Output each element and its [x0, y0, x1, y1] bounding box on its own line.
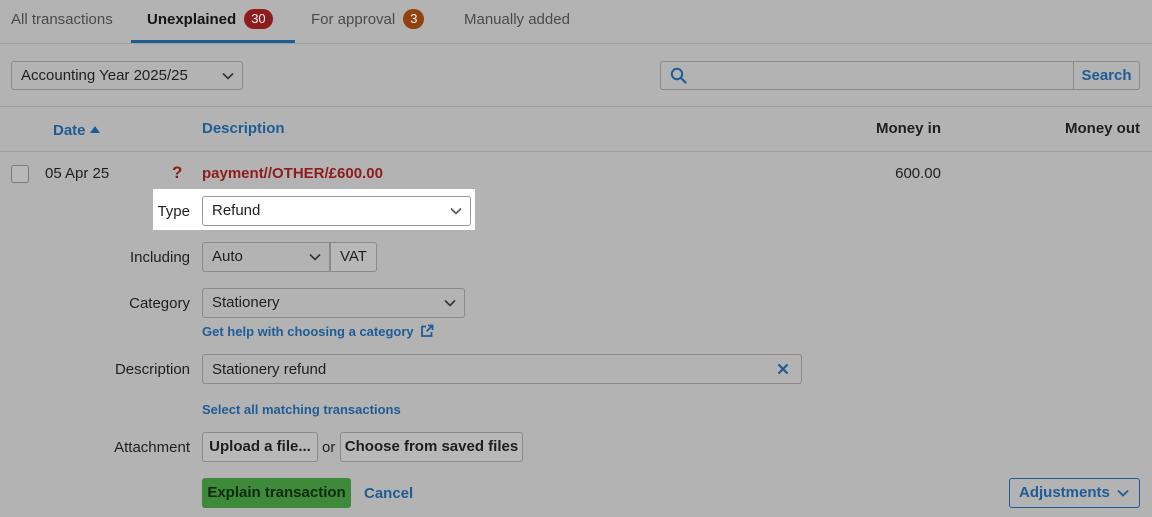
transaction-description: payment//OTHER/£600.00 [202, 165, 383, 182]
upload-file-button[interactable]: Upload a file... [202, 432, 318, 462]
search-icon [670, 67, 687, 88]
select-matching-link[interactable]: Select all matching transactions [202, 402, 401, 417]
including-select-value: Auto [212, 248, 243, 265]
category-select-value: Stationery [212, 294, 280, 311]
column-header-date[interactable]: Date [53, 120, 100, 139]
column-header-money-out: Money out [1065, 120, 1140, 137]
transaction-money-in: 600.00 [895, 165, 941, 182]
vat-addon: VAT [330, 242, 377, 272]
count-badge: 30 [244, 9, 273, 29]
tab-manually-added[interactable]: Manually added [464, 0, 570, 43]
explain-transaction-button[interactable]: Explain transaction [202, 478, 351, 508]
or-text: or [322, 439, 336, 456]
description-value: Stationery refund [212, 361, 327, 378]
attachment-label: Attachment [114, 439, 190, 456]
tab-bar: All transactions Unexplained 30 For appro… [0, 0, 1152, 44]
type-select-value: Refund [212, 202, 261, 219]
active-tab-indicator [131, 40, 295, 43]
chevron-down-icon [444, 299, 456, 307]
type-label: Type [157, 203, 190, 220]
category-help-link[interactable]: Get help with choosing a category [202, 324, 434, 341]
column-header-money-in: Money in [875, 120, 941, 137]
accounting-year-select[interactable]: Accounting Year 2025/25 [11, 61, 243, 90]
column-header-description[interactable]: Description [202, 120, 285, 137]
tab-label: All transactions [11, 11, 113, 28]
chevron-down-icon [309, 253, 321, 261]
chevron-down-icon [450, 207, 462, 215]
choose-saved-files-button[interactable]: Choose from saved files [340, 432, 523, 462]
chevron-down-icon [222, 72, 234, 80]
tab-unexplained[interactable]: Unexplained 30 [147, 0, 273, 43]
category-label: Category [129, 295, 190, 312]
search-input[interactable] [691, 63, 1071, 88]
search-button[interactable]: Search [1073, 62, 1139, 89]
tab-label: For approval [311, 11, 396, 28]
row-checkbox[interactable] [11, 165, 29, 183]
external-link-icon [420, 324, 434, 341]
count-badge: 3 [403, 9, 425, 29]
cancel-link[interactable]: Cancel [364, 485, 413, 502]
accounting-year-value: Accounting Year 2025/25 [21, 67, 188, 84]
description-field[interactable]: Stationery refund [202, 354, 802, 384]
clear-icon[interactable] [777, 362, 789, 379]
chevron-down-icon [1117, 489, 1129, 497]
divider [0, 106, 1152, 107]
sort-ascending-icon [89, 120, 100, 137]
description-label: Description [114, 361, 190, 378]
adjustments-label: Adjustments [1019, 484, 1110, 501]
search-box: Search [660, 61, 1140, 90]
category-help-text: Get help with choosing a category [202, 324, 414, 339]
type-select[interactable]: Refund [202, 196, 471, 226]
tab-for-approval[interactable]: For approval 3 [311, 0, 425, 43]
divider [0, 151, 1152, 152]
tab-label: Manually added [464, 11, 570, 28]
category-select[interactable]: Stationery [202, 288, 465, 318]
including-label: Including [129, 249, 190, 266]
column-header-label: Date [53, 122, 86, 139]
adjustments-button[interactable]: Adjustments [1009, 478, 1140, 508]
unexplained-status-icon: ? [172, 163, 183, 182]
including-select[interactable]: Auto [202, 242, 330, 272]
transaction-date: 05 Apr 25 [45, 165, 110, 182]
tab-label: Unexplained [147, 11, 237, 28]
tab-all-transactions[interactable]: All transactions [11, 0, 113, 43]
